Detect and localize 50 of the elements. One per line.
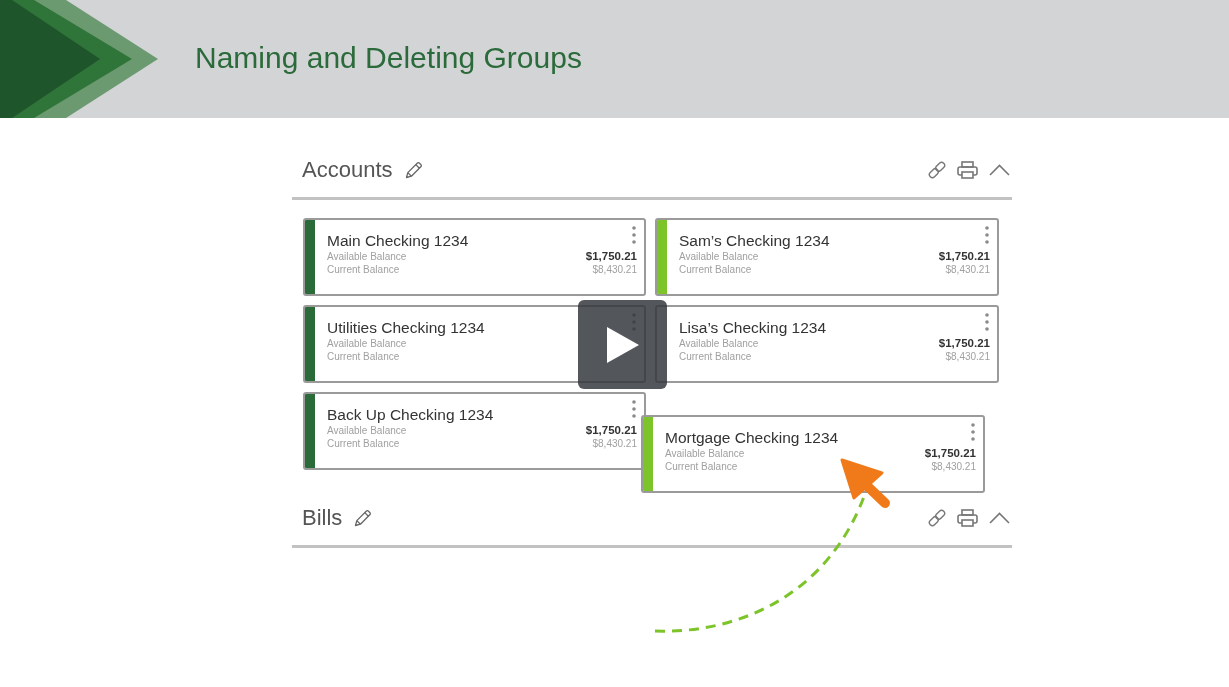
- account-card[interactable]: Back Up Checking 1234 Available Balance Current Balance $1,750.21 $8,430.21: [303, 392, 646, 470]
- balance-label: Current Balance: [679, 350, 753, 363]
- balance-label: Available Balance: [679, 337, 760, 350]
- play-icon: [606, 326, 639, 363]
- account-name: Sam’s Checking 1234: [679, 232, 831, 250]
- balance-amount: $8,430.21: [945, 350, 990, 363]
- link-icon[interactable]: [928, 509, 946, 527]
- pencil-icon[interactable]: [403, 160, 424, 180]
- kebab-menu-icon[interactable]: [985, 226, 989, 244]
- balance-label: Current Balance: [327, 350, 401, 363]
- balance-amount: $8,430.21: [945, 263, 990, 276]
- account-name: Back Up Checking 1234: [327, 406, 495, 424]
- balance-label: Available Balance: [665, 447, 746, 460]
- account-card[interactable]: Main Checking 1234 Available Balance Current Balance $1,750.21 $8,430.21: [303, 218, 646, 296]
- balance-amount: $1,750.21: [938, 250, 990, 263]
- printer-icon[interactable]: [957, 161, 978, 179]
- balance-amount: $1,750.21: [585, 424, 637, 437]
- balance-amount: $1,750.21: [938, 337, 990, 350]
- account-name: Utilities Checking 1234: [327, 319, 486, 337]
- balance-amount: $8,430.21: [592, 263, 637, 276]
- kebab-menu-icon[interactable]: [971, 423, 975, 441]
- group-title: Accounts: [302, 157, 393, 183]
- play-button[interactable]: [578, 300, 667, 389]
- account-card[interactable]: Mortgage Checking 1234 Available Balance Current Balance $1,750.21 $8,430.21: [641, 415, 985, 493]
- account-card[interactable]: Sam’s Checking 1234 Available Balance Current Balance $1,750.21 $8,430.21: [655, 218, 999, 296]
- group-title: Bills: [302, 505, 343, 531]
- balance-amount: $1,750.21: [924, 447, 976, 460]
- balance-label: Available Balance: [327, 337, 408, 350]
- link-icon[interactable]: [928, 161, 946, 179]
- chevron-up-icon[interactable]: [989, 164, 1010, 176]
- balance-label: Current Balance: [679, 263, 753, 276]
- account-name: Lisa’s Checking 1234: [679, 319, 828, 337]
- balance-amount: $8,430.21: [931, 460, 976, 473]
- balance-label: Current Balance: [327, 263, 401, 276]
- pencil-icon[interactable]: [353, 508, 374, 528]
- printer-icon[interactable]: [957, 509, 978, 527]
- balance-amount: $8,430.21: [592, 437, 637, 450]
- account-name: Main Checking 1234: [327, 232, 470, 250]
- account-name: Mortgage Checking 1234: [665, 429, 840, 447]
- kebab-menu-icon[interactable]: [985, 313, 989, 331]
- balance-label: Available Balance: [327, 250, 408, 263]
- kebab-menu-icon[interactable]: [632, 400, 636, 418]
- balance-label: Available Balance: [327, 424, 408, 437]
- balance-amount: $1,750.21: [585, 250, 637, 263]
- kebab-menu-icon[interactable]: [632, 226, 636, 244]
- balance-label: Available Balance: [679, 250, 760, 263]
- slide-title: Naming and Deleting Groups: [195, 41, 582, 75]
- balance-label: Current Balance: [665, 460, 739, 473]
- balance-label: Current Balance: [327, 437, 401, 450]
- chevron-up-icon[interactable]: [989, 512, 1010, 524]
